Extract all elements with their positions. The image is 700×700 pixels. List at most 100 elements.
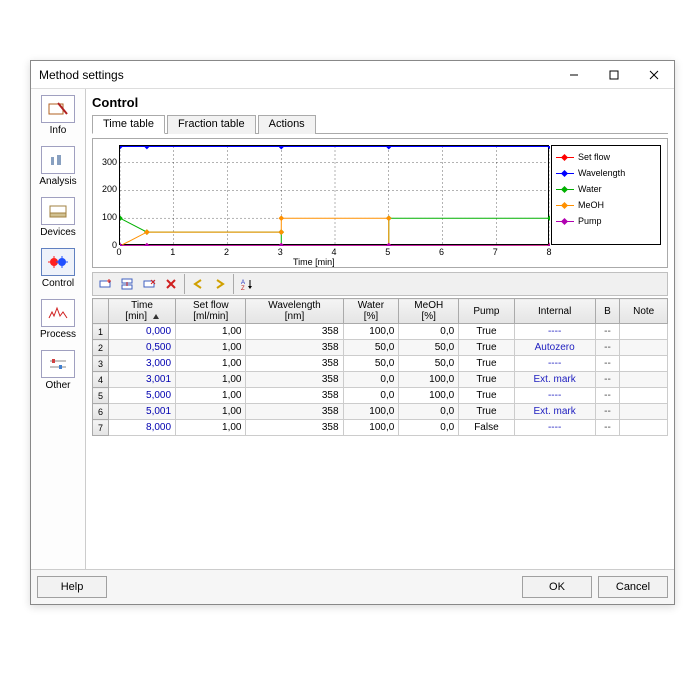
cell[interactable]: True xyxy=(459,356,514,372)
cell[interactable]: False xyxy=(459,420,514,436)
cell[interactable]: ---- xyxy=(514,420,595,436)
col-b[interactable]: B xyxy=(595,299,620,324)
cell[interactable]: 8,000 xyxy=(109,420,176,436)
cell[interactable]: -- xyxy=(595,404,620,420)
table-row[interactable]: 10,0001,00358100,00,0True------ xyxy=(93,324,668,340)
cell[interactable]: 1,00 xyxy=(176,404,246,420)
cancel-button[interactable]: Cancel xyxy=(598,576,668,598)
cell[interactable]: 1 xyxy=(93,324,109,340)
cell[interactable]: 5 xyxy=(93,388,109,404)
cell[interactable]: ---- xyxy=(514,356,595,372)
tab-fraction-table[interactable]: Fraction table xyxy=(167,115,256,134)
col-row[interactable] xyxy=(93,299,109,324)
cell[interactable]: 3,000 xyxy=(109,356,176,372)
cell[interactable]: ---- xyxy=(514,388,595,404)
nav-info[interactable]: Info xyxy=(36,93,81,140)
col-pump[interactable]: Pump xyxy=(459,299,514,324)
cell[interactable]: -- xyxy=(595,372,620,388)
cell[interactable]: -- xyxy=(595,388,620,404)
cell[interactable] xyxy=(620,404,668,420)
nav-control[interactable]: Control xyxy=(36,246,81,293)
cell[interactable]: 5,001 xyxy=(109,404,176,420)
cell[interactable]: 100,0 xyxy=(343,420,399,436)
add-row-button[interactable] xyxy=(94,274,116,294)
ok-button[interactable]: OK xyxy=(522,576,592,598)
cell[interactable]: 1,00 xyxy=(176,372,246,388)
cell[interactable]: 3 xyxy=(93,356,109,372)
redo-button[interactable] xyxy=(209,274,231,294)
cell[interactable]: -- xyxy=(595,356,620,372)
cell[interactable]: -- xyxy=(595,340,620,356)
nav-analysis[interactable]: Analysis xyxy=(36,144,81,191)
nav-process[interactable]: Process xyxy=(36,297,81,344)
cell[interactable]: 2 xyxy=(93,340,109,356)
cell[interactable]: 50,0 xyxy=(343,356,399,372)
cell[interactable]: 6 xyxy=(93,404,109,420)
cell[interactable]: 7 xyxy=(93,420,109,436)
cell[interactable]: Ext. mark xyxy=(514,372,595,388)
table-row[interactable]: 43,0011,003580,0100,0TrueExt. mark-- xyxy=(93,372,668,388)
col-setflow[interactable]: Set flow[ml/min] xyxy=(176,299,246,324)
minimize-button[interactable] xyxy=(554,61,594,89)
cell[interactable]: ---- xyxy=(514,324,595,340)
cell[interactable]: 358 xyxy=(246,420,343,436)
cell[interactable]: 358 xyxy=(246,356,343,372)
clear-button[interactable] xyxy=(160,274,182,294)
col-water[interactable]: Water[%] xyxy=(343,299,399,324)
cell[interactable]: 0,0 xyxy=(399,404,459,420)
tab-time-table[interactable]: Time table xyxy=(92,115,165,134)
cell[interactable]: 100,0 xyxy=(399,388,459,404)
cell[interactable]: Autozero xyxy=(514,340,595,356)
table-row[interactable]: 55,0001,003580,0100,0True------ xyxy=(93,388,668,404)
cell[interactable]: True xyxy=(459,388,514,404)
cell[interactable] xyxy=(620,372,668,388)
cell[interactable]: 0,0 xyxy=(343,372,399,388)
cell[interactable] xyxy=(620,340,668,356)
maximize-button[interactable] xyxy=(594,61,634,89)
cell[interactable] xyxy=(620,324,668,340)
tab-actions[interactable]: Actions xyxy=(258,115,316,134)
col-note[interactable]: Note xyxy=(620,299,668,324)
cell[interactable]: 50,0 xyxy=(343,340,399,356)
cell[interactable]: True xyxy=(459,372,514,388)
cell[interactable]: 50,0 xyxy=(399,356,459,372)
cell[interactable]: 358 xyxy=(246,324,343,340)
col-internal[interactable]: Internal xyxy=(514,299,595,324)
cell[interactable]: 1,00 xyxy=(176,340,246,356)
cell[interactable]: 358 xyxy=(246,404,343,420)
cell[interactable]: 1,00 xyxy=(176,388,246,404)
cell[interactable]: Ext. mark xyxy=(514,404,595,420)
col-time[interactable]: Time[min] xyxy=(109,299,176,324)
close-button[interactable] xyxy=(634,61,674,89)
cell[interactable]: 100,0 xyxy=(343,404,399,420)
nav-other[interactable]: Other xyxy=(36,348,81,395)
sort-button[interactable]: AZ xyxy=(236,274,258,294)
cell[interactable]: 0,000 xyxy=(109,324,176,340)
cell[interactable]: 5,000 xyxy=(109,388,176,404)
cell[interactable]: 50,0 xyxy=(399,340,459,356)
cell[interactable]: 358 xyxy=(246,340,343,356)
nav-devices[interactable]: Devices xyxy=(36,195,81,242)
table-row[interactable]: 78,0001,00358100,00,0False------ xyxy=(93,420,668,436)
cell[interactable]: True xyxy=(459,340,514,356)
cell[interactable]: True xyxy=(459,324,514,340)
cell[interactable]: 0,500 xyxy=(109,340,176,356)
cell[interactable] xyxy=(620,388,668,404)
help-button[interactable]: Help xyxy=(37,576,107,598)
table-row[interactable]: 20,5001,0035850,050,0TrueAutozero-- xyxy=(93,340,668,356)
cell[interactable]: 100,0 xyxy=(343,324,399,340)
cell[interactable]: 4 xyxy=(93,372,109,388)
cell[interactable] xyxy=(620,356,668,372)
col-wavelength[interactable]: Wavelength[nm] xyxy=(246,299,343,324)
cell[interactable]: 358 xyxy=(246,372,343,388)
cell[interactable]: True xyxy=(459,404,514,420)
cell[interactable]: 3,001 xyxy=(109,372,176,388)
insert-row-button[interactable] xyxy=(116,274,138,294)
cell[interactable]: -- xyxy=(595,420,620,436)
cell[interactable] xyxy=(620,420,668,436)
undo-button[interactable] xyxy=(187,274,209,294)
delete-row-button[interactable] xyxy=(138,274,160,294)
cell[interactable]: 1,00 xyxy=(176,356,246,372)
table-row[interactable]: 65,0011,00358100,00,0TrueExt. mark-- xyxy=(93,404,668,420)
cell[interactable]: -- xyxy=(595,324,620,340)
